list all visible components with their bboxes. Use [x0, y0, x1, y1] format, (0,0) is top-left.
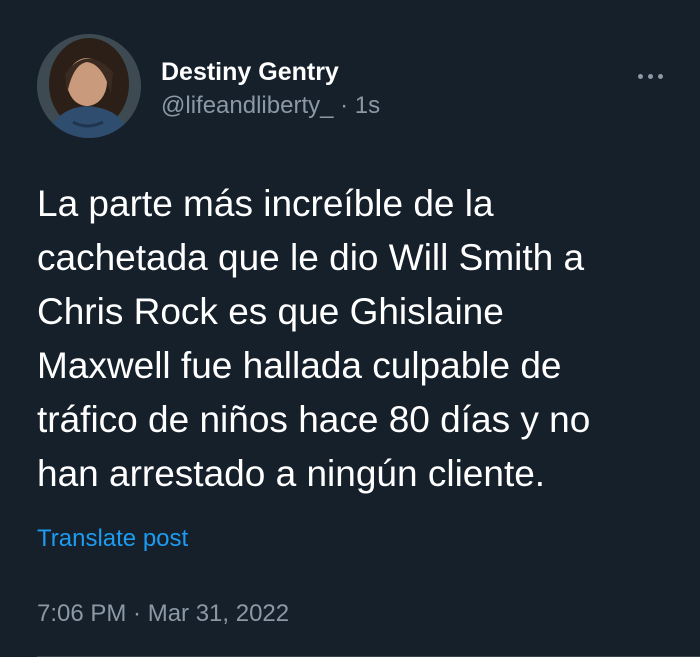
author-display-name[interactable]: Destiny Gentry — [161, 58, 339, 87]
tweet-text-line: tráfico de niños hace 80 días y no — [37, 399, 591, 440]
tweet-text-line: han arrestado a ningún cliente. — [37, 453, 546, 494]
tweet-text: La parte más increíble de la cachetada q… — [37, 177, 667, 501]
author-meta: @lifeandliberty_ · 1s — [161, 92, 380, 120]
tweet-text-line: La parte más increíble de la — [37, 183, 494, 224]
post-timestamp[interactable]: 7:06 PM · Mar 31, 2022 — [37, 600, 289, 628]
more-options-button[interactable] — [630, 62, 670, 88]
relative-time[interactable]: 1s — [355, 92, 380, 119]
meta-separator: · — [340, 92, 349, 119]
avatar[interactable] — [37, 34, 141, 138]
tweet-text-line: Maxwell fue hallada culpable de — [37, 345, 562, 386]
profile-photo — [37, 34, 141, 138]
author-handle[interactable]: @lifeandliberty_ — [161, 92, 333, 119]
translate-post-link[interactable]: Translate post — [37, 525, 188, 553]
tweet-text-line: cachetada que le dio Will Smith a — [37, 237, 585, 278]
tweet-text-line: Chris Rock es que Ghislaine — [37, 291, 504, 332]
